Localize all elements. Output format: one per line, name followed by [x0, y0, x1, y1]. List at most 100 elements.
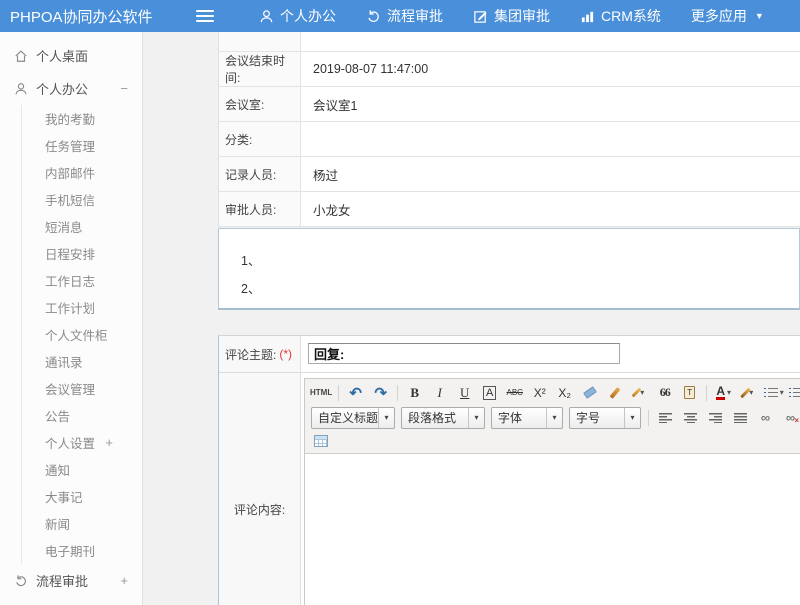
field-label: 分类:: [219, 122, 301, 156]
sidebar-item-label: 个人办公: [36, 79, 88, 98]
sidebar-item-short-message[interactable]: 短消息: [22, 213, 142, 240]
table-icon: [314, 435, 328, 447]
field-label: 评论内容:: [234, 501, 285, 518]
insert-table-button[interactable]: [309, 431, 332, 452]
subscript-button[interactable]: X₂: [553, 382, 576, 403]
sidebar-item-label: 个人文件柜: [45, 325, 108, 344]
comment-content-editarea[interactable]: [305, 454, 800, 605]
justify-button[interactable]: [729, 407, 752, 428]
caret-down-icon: ▾: [546, 408, 562, 428]
expand-icon[interactable]: +: [120, 573, 128, 588]
sidebar-item-work-log[interactable]: 工作日志: [22, 267, 142, 294]
italic-button[interactable]: I: [428, 382, 451, 403]
format-painter-button[interactable]: [603, 382, 626, 403]
comment-subject-input[interactable]: [308, 343, 620, 364]
superscript-button[interactable]: X²: [528, 382, 551, 403]
field-value: [301, 122, 800, 156]
custom-heading-select[interactable]: 自定义标题 ▾: [311, 407, 395, 429]
sidebar-item-label: 流程审批: [36, 571, 88, 590]
table-row-end-time: 会议结束时间: 2019-08-07 11:47:00: [219, 52, 800, 87]
undo-icon: ↶: [349, 384, 362, 402]
underline-button[interactable]: U: [453, 382, 476, 403]
sidebar-item-news[interactable]: 新闻: [22, 510, 142, 537]
nav-personal-office[interactable]: 个人办公: [259, 6, 336, 26]
nav-workflow-approval[interactable]: 流程审批: [366, 6, 443, 26]
collapse-icon[interactable]: −: [120, 81, 128, 96]
align-left-icon: [659, 413, 672, 423]
expand-icon[interactable]: +: [105, 435, 113, 450]
nav-more-apps[interactable]: 更多应用 ▼: [691, 6, 764, 26]
history-icon: [366, 9, 381, 24]
nav-crm-system[interactable]: CRM系统: [580, 6, 661, 26]
nav-group-approval[interactable]: 集团审批: [473, 6, 550, 26]
ordered-list-icon: [764, 388, 778, 398]
insert-link-button[interactable]: ∞: [754, 407, 777, 428]
clipboard-icon: T: [684, 386, 695, 399]
sidebar-item-attendance[interactable]: 我的考勤: [22, 105, 142, 132]
sidebar-item-personal-office[interactable]: 个人办公 −: [0, 72, 142, 105]
sidebar-item-personal-settings[interactable]: 个人设置 +: [22, 429, 142, 456]
sidebar-item-schedule[interactable]: 日程安排: [22, 240, 142, 267]
field-value: 2019-08-07 11:47:00: [301, 52, 800, 86]
bar-chart-icon: [580, 9, 595, 24]
font-family-select[interactable]: 字体 ▾: [491, 407, 563, 429]
align-right-button[interactable]: [704, 407, 727, 428]
menu-toggle-icon[interactable]: [196, 10, 214, 22]
sidebar-item-meeting-mgmt[interactable]: 会议管理: [22, 375, 142, 402]
nav-label: 更多应用: [691, 6, 747, 26]
sidebar-item-label: 工作日志: [45, 271, 95, 290]
source-code-button[interactable]: HTML: [309, 382, 333, 403]
sidebar-item-workflow-approval[interactable]: 流程审批 +: [0, 564, 142, 597]
font-color-button[interactable]: A▾: [712, 382, 735, 403]
bold-button[interactable]: B: [403, 382, 426, 403]
align-center-button[interactable]: [679, 407, 702, 428]
align-left-button[interactable]: [654, 407, 677, 428]
field-value: 杨过: [301, 157, 800, 191]
sidebar-item-desktop[interactable]: 个人桌面: [0, 39, 142, 72]
sidebar-item-sms[interactable]: 手机短信: [22, 186, 142, 213]
remove-format-button[interactable]: [578, 382, 601, 403]
sidebar-item-e-journal[interactable]: 电子期刊: [22, 537, 142, 564]
remove-link-button[interactable]: ∞×: [779, 407, 800, 428]
align-center-icon: [684, 413, 697, 423]
field-label: 会议室:: [219, 87, 301, 121]
sidebar-item-contacts[interactable]: 通讯录: [22, 348, 142, 375]
paste-plain-text-button[interactable]: T: [678, 382, 701, 403]
user-icon: [14, 82, 28, 96]
top-navigation: 个人办公 流程审批 集团审批 CRM系统 更多应用 ▼: [244, 6, 779, 26]
sidebar-item-notice[interactable]: 通知: [22, 456, 142, 483]
unordered-list-icon: [789, 388, 800, 398]
sidebar-item-label: 任务管理: [45, 136, 95, 155]
caret-down-icon: ▾: [624, 408, 640, 428]
link-icon: ∞: [761, 410, 770, 425]
font-size-select[interactable]: 字号 ▾: [569, 407, 641, 429]
blockquote-button[interactable]: 66: [653, 382, 676, 403]
unordered-list-button[interactable]: ▾: [787, 382, 800, 403]
table-row-category: 分类:: [219, 122, 800, 157]
sidebar-item-tasks[interactable]: 任务管理: [22, 132, 142, 159]
strikethrough-button[interactable]: ABC: [503, 382, 526, 403]
sidebar-item-label: 通知: [45, 460, 70, 479]
sidebar-item-internal-mail[interactable]: 内部邮件: [22, 159, 142, 186]
undo-button[interactable]: ↶: [344, 382, 367, 403]
sidebar-submenu: 我的考勤 任务管理 内部邮件 手机短信 短消息 日程安排 工作日志 工作计划 个…: [21, 105, 142, 564]
sidebar-item-label: 会议管理: [45, 379, 95, 398]
paragraph-format-select[interactable]: 段落格式 ▾: [401, 407, 485, 429]
table-row-meeting-room: 会议室: 会议室1: [219, 87, 800, 122]
sidebar-item-work-plan[interactable]: 工作计划: [22, 294, 142, 321]
autotypeset-button[interactable]: ▾: [628, 382, 651, 403]
ordered-list-button[interactable]: ▾: [762, 382, 785, 403]
sidebar-item-label: 日程安排: [45, 244, 95, 263]
field-label: 记录人员:: [219, 157, 301, 191]
font-style-button[interactable]: A: [478, 382, 501, 403]
meeting-notes-box: 1、 2、: [218, 228, 800, 310]
sidebar-item-label: 短消息: [45, 217, 83, 236]
notes-line: 1、: [241, 247, 799, 275]
sidebar-item-events[interactable]: 大事记: [22, 483, 142, 510]
table-row: [219, 32, 800, 52]
highlight-color-button[interactable]: ▾: [737, 382, 760, 403]
redo-button[interactable]: ↷: [369, 382, 392, 403]
eraser-icon: [583, 386, 597, 399]
sidebar-item-announcement[interactable]: 公告: [22, 402, 142, 429]
sidebar-item-file-cabinet[interactable]: 个人文件柜: [22, 321, 142, 348]
